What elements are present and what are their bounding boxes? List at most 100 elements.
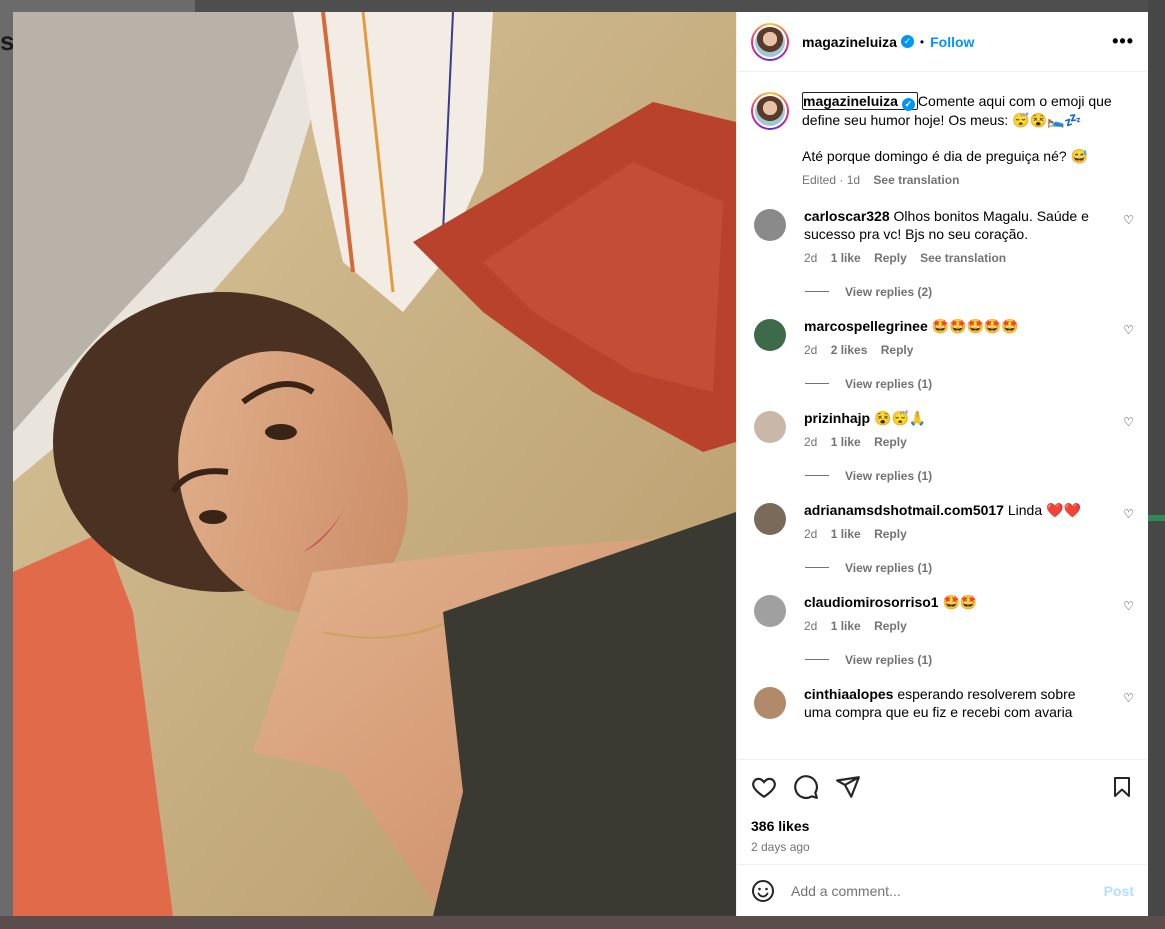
comment-item: claudiomirosorriso1 🤩🤩 2d 1 like Reply ♡ — [751, 593, 1134, 635]
comment-like-heart-icon[interactable]: ♡ — [1123, 323, 1134, 337]
caption-text-2: Até porque domingo é dia de preguiça né?… — [802, 147, 1088, 164]
comment-username[interactable]: cinthiaalopes — [804, 686, 893, 702]
caption-username-text: magazineluiza — [803, 93, 898, 109]
caption-meta: Edited · 1d See translation — [802, 171, 1134, 189]
comment-meta: 2d 1 like Reply — [804, 525, 1106, 543]
post-actions: 386 likes 2 days ago — [737, 759, 1148, 864]
comment-body: prizinhajp 😵😴🙏 2d 1 like Reply — [804, 409, 1134, 451]
comment-item: carloscar328 Olhos bonitos Magalu. Saúde… — [751, 207, 1134, 267]
reply-button[interactable]: Reply — [874, 251, 907, 265]
comment-bubble-icon[interactable] — [793, 774, 819, 800]
background-feed-top — [195, 0, 1165, 12]
more-options-icon[interactable]: ••• — [1112, 31, 1134, 52]
comment-text: Linda ❤️❤️ — [1007, 501, 1081, 518]
see-translation-link[interactable]: See translation — [873, 173, 959, 187]
comment-like-heart-icon[interactable]: ♡ — [1123, 213, 1134, 227]
paper-plane-icon[interactable] — [835, 774, 861, 800]
post-side-panel: magazineluiza ✓ • Follow ••• magazinelui… — [736, 12, 1148, 916]
comment-username[interactable]: marcospellegrinee — [804, 318, 928, 334]
see-translation-link[interactable]: See translation — [920, 251, 1006, 265]
comment-username[interactable]: prizinhajp — [804, 410, 870, 426]
view-replies-button[interactable]: View replies (2) — [805, 285, 1134, 299]
view-replies-label: View replies (1) — [845, 652, 933, 667]
reply-button[interactable]: Reply — [881, 343, 914, 357]
post-timestamp: 2 days ago — [751, 840, 810, 854]
author-username[interactable]: magazineluiza — [802, 34, 897, 50]
caption-edited: Edited · 1d — [802, 172, 861, 187]
bookmark-icon[interactable] — [1110, 775, 1134, 799]
comment-meta: 2d 1 like Reply — [804, 433, 1106, 451]
comment-likes[interactable]: 1 like — [831, 435, 861, 449]
verified-badge-icon: ✓ — [901, 97, 915, 111]
comment-like-heart-icon[interactable]: ♡ — [1123, 691, 1134, 705]
view-replies-button[interactable]: View replies (1) — [805, 469, 1134, 483]
commenter-avatar[interactable] — [754, 208, 786, 241]
caption-username[interactable]: magazineluiza ✓ — [802, 92, 918, 111]
commenter-avatar[interactable] — [754, 318, 786, 351]
comment-username[interactable]: carloscar328 — [804, 208, 890, 224]
comment-username[interactable]: adrianamsdshotmail.com5017 — [804, 502, 1004, 518]
reply-button[interactable]: Reply — [874, 435, 907, 449]
comment-likes[interactable]: 1 like — [831, 619, 861, 633]
comment-age: 2d — [804, 250, 818, 265]
post-caption: magazineluiza ✓ Comente aqui com o emoji q… — [751, 92, 1134, 189]
caption-avatar-frame — [753, 94, 787, 128]
comment-likes[interactable]: 1 like — [831, 251, 861, 265]
comment-item: marcospellegrinee 🤩🤩🤩🤩🤩 2d 2 likes Reply… — [751, 317, 1134, 359]
replies-divider — [805, 383, 829, 384]
comment-age: 2d — [804, 434, 818, 449]
comment-text: 🤩🤩🤩🤩🤩 — [931, 317, 1019, 334]
smiley-icon[interactable] — [751, 879, 775, 903]
comment-likes[interactable]: 1 like — [831, 527, 861, 541]
comment-composer: Post — [737, 864, 1148, 916]
comment-body: adrianamsdshotmail.com5017 Linda ❤️❤️ 2d… — [804, 501, 1134, 543]
reply-button[interactable]: Reply — [874, 619, 907, 633]
comment-input[interactable] — [791, 882, 1104, 899]
comment-body: cinthiaalopes esperando resolverem sobre… — [804, 685, 1134, 721]
post-comment-button[interactable]: Post — [1104, 883, 1134, 899]
reply-button[interactable]: Reply — [874, 527, 907, 541]
action-bar — [751, 772, 1134, 802]
replies-divider — [805, 475, 829, 476]
comment-age: 2d — [804, 618, 818, 633]
commenter-avatar[interactable] — [754, 502, 786, 535]
background-accent — [1148, 515, 1165, 521]
comment-username[interactable]: claudiomirosorriso1 — [804, 594, 939, 610]
caption-avatar[interactable] — [751, 92, 789, 130]
follow-button[interactable]: Follow — [930, 34, 974, 50]
replies-divider — [805, 659, 829, 660]
comment-like-heart-icon[interactable]: ♡ — [1123, 599, 1134, 613]
author-avatar[interactable] — [751, 22, 789, 61]
heart-icon[interactable] — [751, 774, 777, 800]
comment-body: marcospellegrinee 🤩🤩🤩🤩🤩 2d 2 likes Reply — [804, 317, 1134, 359]
comments-list[interactable]: magazineluiza ✓ Comente aqui com o emoji q… — [737, 72, 1148, 759]
comment-likes[interactable]: 2 likes — [831, 343, 868, 357]
comment-item: cinthiaalopes esperando resolverem sobre… — [751, 685, 1134, 721]
comment-text: 🤩🤩 — [942, 593, 978, 610]
comment-item: adrianamsdshotmail.com5017 Linda ❤️❤️ 2d… — [751, 501, 1134, 543]
post-modal: magazineluiza ✓ • Follow ••• magazinelui… — [13, 12, 1148, 916]
comment-meta: 2d 2 likes Reply — [804, 341, 1106, 359]
comment-text: 😵😴🙏 — [874, 409, 927, 426]
comment-meta: 2d 1 like Reply — [804, 617, 1106, 635]
replies-divider — [805, 567, 829, 568]
likes-count[interactable]: 386 likes — [751, 818, 1134, 834]
commenter-avatar[interactable] — [754, 594, 786, 627]
verified-badge-icon: ✓ — [900, 35, 914, 48]
commenter-avatar[interactable] — [754, 686, 786, 719]
commenter-avatar[interactable] — [754, 410, 786, 443]
comment-age: 2d — [804, 526, 818, 541]
comment-meta: 2d 1 like Reply See translation — [804, 249, 1106, 267]
view-replies-button[interactable]: View replies (1) — [805, 653, 1134, 667]
view-replies-button[interactable]: View replies (1) — [805, 377, 1134, 391]
author-avatar-frame — [753, 24, 787, 59]
comment-like-heart-icon[interactable]: ♡ — [1123, 507, 1134, 521]
view-replies-button[interactable]: View replies (1) — [805, 561, 1134, 575]
post-image-illustration — [13, 12, 736, 916]
comment-body: claudiomirosorriso1 🤩🤩 2d 1 like Reply — [804, 593, 1134, 635]
background-feed-right — [1148, 0, 1165, 929]
comment-like-heart-icon[interactable]: ♡ — [1123, 415, 1134, 429]
post-image[interactable] — [13, 12, 736, 916]
comment-body: carloscar328 Olhos bonitos Magalu. Saúde… — [804, 207, 1134, 267]
caption-first-line: magazineluiza ✓ Comente aqui com o emoji q… — [802, 92, 1134, 129]
